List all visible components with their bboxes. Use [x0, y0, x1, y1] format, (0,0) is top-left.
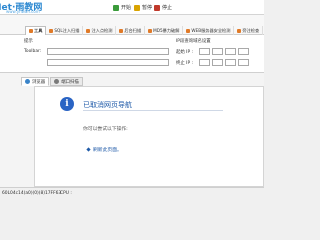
port-scan-icon [54, 79, 60, 84]
browser-icon [25, 79, 30, 84]
tab-backend-label: 后台扫描 [124, 27, 142, 33]
title-bar: Net·雨教网 www.ynwan.com 开始 暂停 停止 [0, 0, 264, 15]
secondary-input[interactable] [47, 59, 169, 66]
tab-side-check[interactable]: 旁注检查 [234, 26, 264, 35]
injection-icon [86, 28, 91, 33]
pause-icon [134, 4, 140, 11]
stop-label: 停止 [162, 5, 173, 11]
end-ip-octet-2[interactable] [212, 59, 223, 66]
stop-button[interactable]: 停止 [154, 3, 172, 12]
browser-panel: i 已取消网页导航 你可以尝试以下操作: 刷新此页面。 [34, 86, 264, 187]
tab-side-check-label: 旁注检查 [242, 27, 260, 33]
stop-icon [154, 4, 160, 11]
cpu-label: CPU : [60, 191, 72, 196]
tab-sql-scan-label: SQL注入扫描 [54, 27, 80, 33]
tab-web-security-label: WEB服务器安全检测 [191, 27, 231, 33]
browser-tabs: 浏览器 端口扫描 [21, 77, 83, 86]
ip-group-label: IP段查询域名设置 [176, 39, 211, 44]
bullet-icon [86, 147, 91, 152]
info-icon: i [60, 97, 74, 111]
logo-subtitle: www.ynwan.com [6, 9, 40, 14]
web-security-icon [186, 28, 191, 33]
pause-label: 暂停 [142, 5, 153, 11]
tab-injection-check[interactable]: 注入点检测 [83, 26, 117, 35]
tab-port-scan-label: 端口扫描 [61, 79, 79, 85]
start-button[interactable]: 开始 [113, 3, 131, 12]
tab-sql-scan[interactable]: SQL注入扫描 [46, 26, 84, 35]
play-icon [113, 4, 119, 11]
toolbar-input[interactable] [47, 48, 169, 55]
suggestion-text: 你可以尝试以下操作: [83, 127, 128, 132]
pause-button[interactable]: 暂停 [134, 3, 152, 12]
navigation-canceled-title: 已取消网页导航 [83, 101, 132, 109]
refresh-link-label: 刷新此页面。 [93, 148, 122, 153]
backend-icon [119, 28, 124, 33]
tool-form: 提示 Toolbar: IP段查询域名设置 起始 IP : 终止 IP : [0, 35, 264, 73]
menu-tabs: 工具 SQL注入扫描 注入点检测 后台扫描 MD5暴力破解 WEB服务器安全检测… [25, 26, 264, 35]
tab-md5-label: MD5暴力破解 [153, 27, 180, 33]
end-ip-octet-1[interactable] [199, 59, 210, 66]
tab-backend-scan[interactable]: 后台扫描 [116, 26, 146, 35]
tools-icon [29, 29, 33, 33]
tab-web-security[interactable]: WEB服务器安全检测 [183, 26, 235, 35]
side-check-icon [237, 28, 242, 33]
browser-area: 浏览器 端口扫描 i 已取消网页导航 你可以尝试以下操作: 刷新此页面。 [0, 73, 264, 187]
tab-browser-label: 浏览器 [32, 79, 46, 85]
start-ip-octet-2[interactable] [212, 48, 223, 55]
md5-icon [148, 28, 153, 33]
end-ip-octet-4[interactable] [238, 59, 249, 66]
status-text: 60L04c14(a0)(0)(8)17FF63 [2, 191, 62, 196]
tab-injection-label: 注入点检测 [91, 27, 113, 33]
toolbar-label: Toolbar: [24, 49, 42, 54]
tab-tools[interactable]: 工具 [25, 26, 47, 35]
start-ip-octet-4[interactable] [238, 48, 249, 55]
start-label: 开始 [121, 5, 132, 11]
menu-bar: 工具 SQL注入扫描 注入点检测 后台扫描 MD5暴力破解 WEB服务器安全检测… [0, 15, 264, 35]
start-ip-octet-1[interactable] [199, 48, 210, 55]
hint-label: 提示 [24, 39, 33, 44]
sql-scan-icon [49, 28, 54, 33]
start-ip-label: 起始 IP : [176, 50, 193, 55]
tab-tools-label: 工具 [34, 28, 43, 33]
tab-md5-crack[interactable]: MD5暴力破解 [145, 26, 184, 35]
refresh-link[interactable]: 刷新此页面。 [86, 146, 122, 153]
app-logo: Net·雨教网 www.ynwan.com [0, 0, 48, 15]
tab-port-scan[interactable]: 端口扫描 [50, 77, 83, 86]
status-bar: 60L04c14(a0)(0)(8)17FF63 CPU : [0, 187, 264, 200]
tab-browser[interactable]: 浏览器 [21, 77, 50, 86]
end-ip-octet-3[interactable] [225, 59, 236, 66]
end-ip-label: 终止 IP : [176, 61, 193, 66]
title-divider [83, 110, 223, 111]
start-ip-octet-3[interactable] [225, 48, 236, 55]
